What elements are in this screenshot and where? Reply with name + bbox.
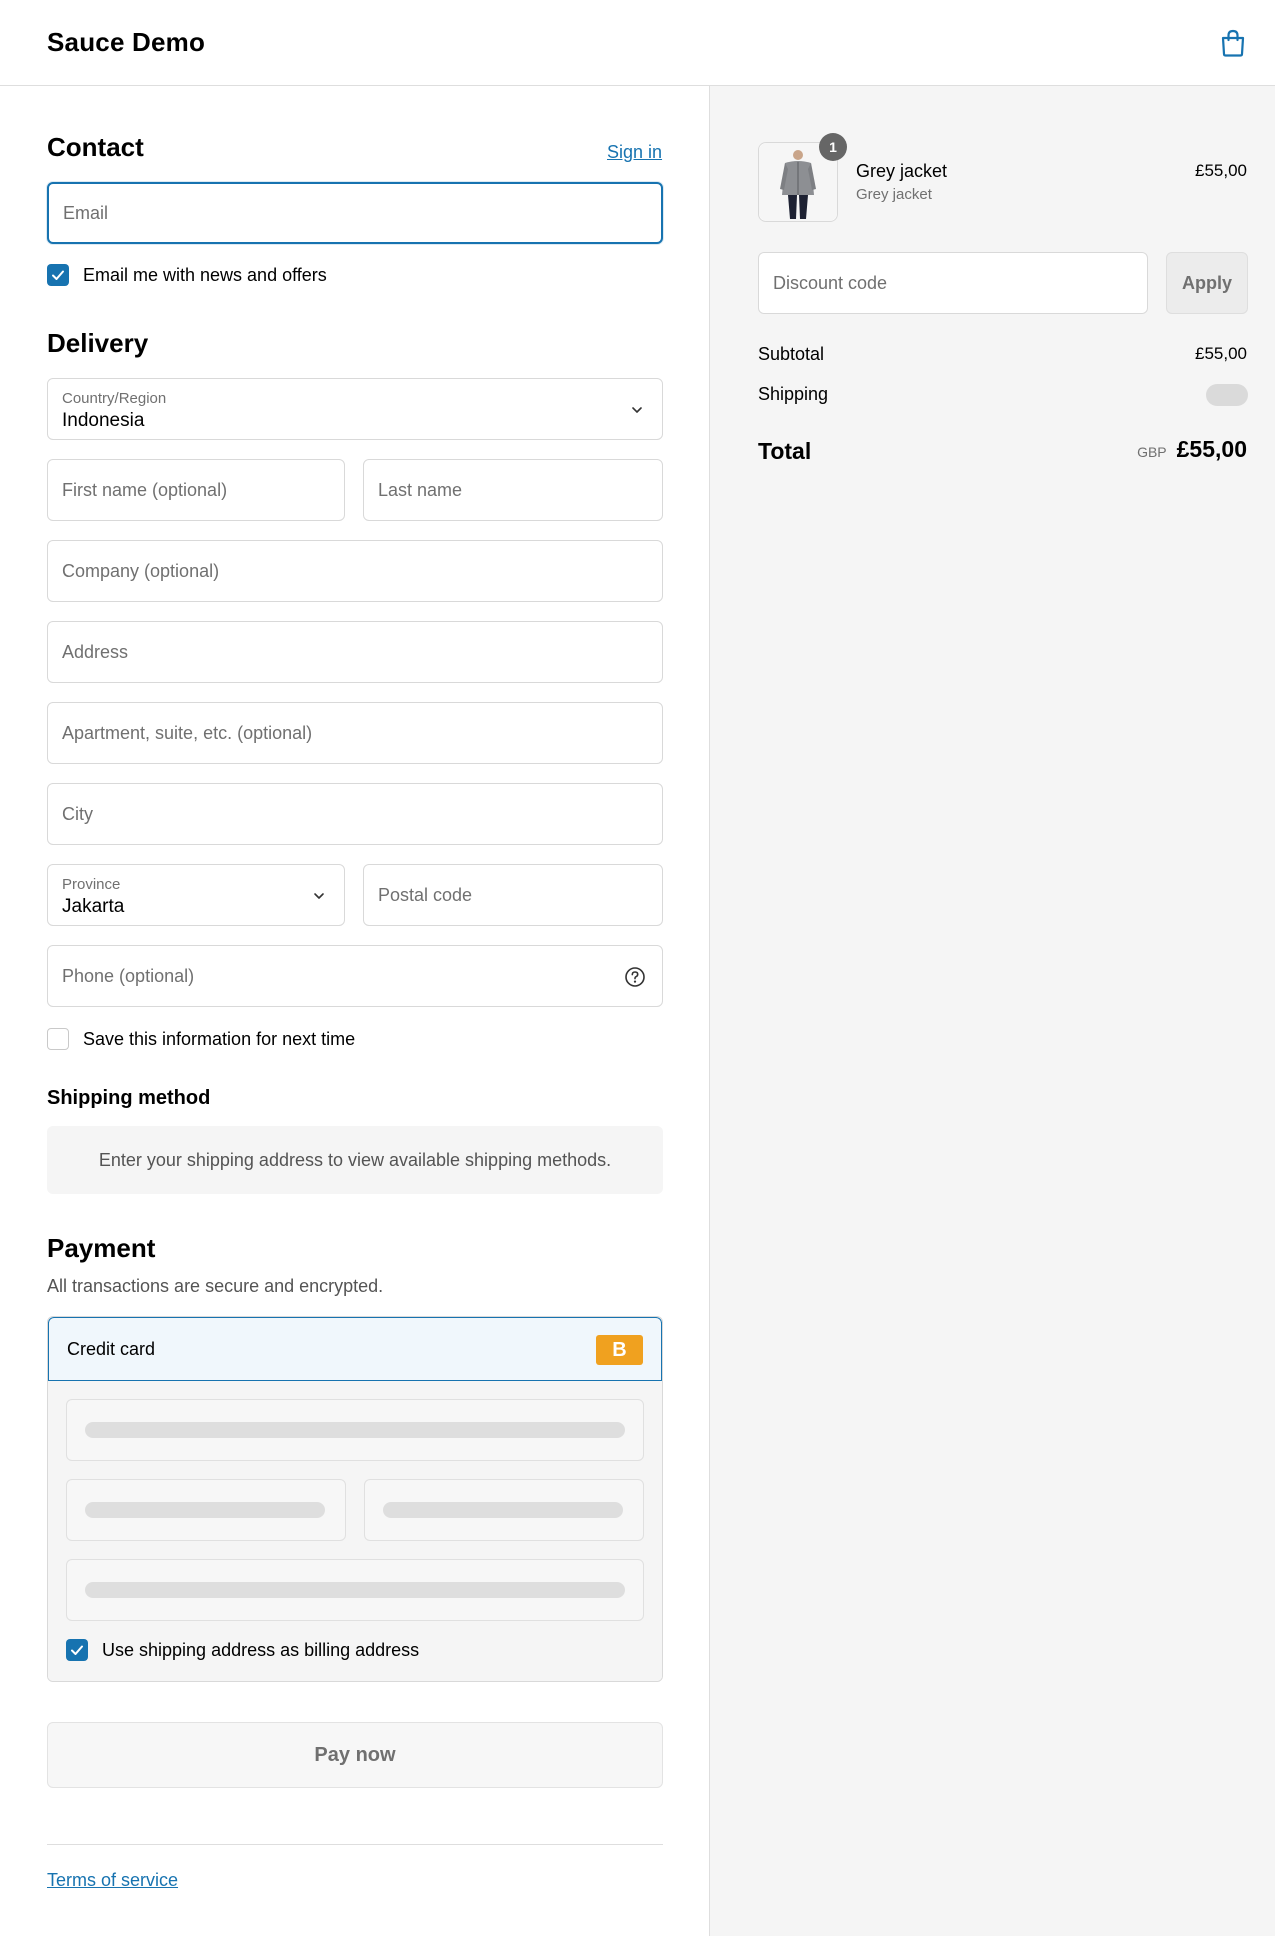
- first-name-field[interactable]: [47, 459, 345, 521]
- card-number-field[interactable]: [66, 1399, 644, 1461]
- subtotal-label: Subtotal: [758, 344, 825, 364]
- shipping-label: Shipping: [758, 384, 829, 404]
- postal-code-input[interactable]: [364, 865, 662, 925]
- credit-card-label: Credit card: [67, 1339, 156, 1359]
- country-value: Indonesia: [62, 410, 145, 431]
- contact-title: Contact: [47, 132, 144, 162]
- email-field[interactable]: [47, 182, 663, 244]
- billing-address-row[interactable]: Use shipping address as billing address: [66, 1639, 419, 1661]
- shipping-method-notice: Enter your shipping address to view avai…: [47, 1126, 663, 1194]
- header: Sauce Demo: [0, 0, 1275, 86]
- save-info-row[interactable]: Save this information for next time: [47, 1028, 355, 1050]
- phone-field[interactable]: [47, 945, 663, 1007]
- save-info-checkbox[interactable]: [47, 1028, 69, 1050]
- total-label: Total: [758, 438, 812, 464]
- help-circle-icon[interactable]: [624, 966, 646, 988]
- security-code-field[interactable]: [364, 1479, 644, 1541]
- payment-subtitle: All transactions are secure and encrypte…: [47, 1276, 384, 1296]
- city-field[interactable]: [47, 783, 663, 845]
- first-name-input[interactable]: [48, 460, 344, 520]
- chevron-down-icon: [632, 407, 642, 413]
- item-price: £55,00: [1195, 161, 1247, 180]
- discount-code-input[interactable]: [759, 253, 1147, 313]
- check-icon: [52, 270, 64, 280]
- apartment-input[interactable]: [48, 703, 662, 763]
- loading-placeholder: [85, 1422, 625, 1438]
- province-select[interactable]: Province Jakarta: [47, 864, 345, 926]
- quantity-badge: 1: [819, 133, 847, 161]
- apply-discount-button[interactable]: Apply: [1166, 252, 1248, 314]
- total-amount: GBP £55,00: [1137, 436, 1247, 463]
- sign-in-link[interactable]: Sign in: [607, 142, 662, 163]
- phone-input[interactable]: [48, 946, 662, 1006]
- order-summary: 1 Grey jacket Grey jacket £55,00 Apply S…: [709, 86, 1275, 1936]
- shopping-bag-icon: [1221, 29, 1245, 57]
- city-input[interactable]: [48, 784, 662, 844]
- apartment-field[interactable]: [47, 702, 663, 764]
- news-label: Email me with news and offers: [83, 264, 327, 285]
- news-checkbox-row[interactable]: Email me with news and offers: [47, 264, 327, 286]
- payment-box: Credit card B Use shipping address as bi…: [47, 1316, 663, 1682]
- last-name-field[interactable]: [363, 459, 663, 521]
- terms-of-service-link[interactable]: Terms of service: [47, 1870, 178, 1891]
- billing-address-label: Use shipping address as billing address: [102, 1639, 420, 1660]
- item-name: Grey jacket: [856, 161, 948, 181]
- currency-code: GBP: [1137, 444, 1167, 460]
- expiry-field[interactable]: [66, 1479, 346, 1541]
- name-on-card-field[interactable]: [66, 1559, 644, 1621]
- check-icon: [71, 1645, 83, 1655]
- postal-code-field[interactable]: [363, 864, 663, 926]
- address-field[interactable]: [47, 621, 663, 683]
- shipping-loading-placeholder: [1206, 384, 1248, 406]
- loading-placeholder: [383, 1502, 623, 1518]
- cart-button[interactable]: [1217, 27, 1249, 59]
- province-label: Province: [62, 876, 121, 893]
- brand-title[interactable]: Sauce Demo: [47, 27, 205, 58]
- payment-title: Payment: [47, 1233, 156, 1263]
- chevron-down-icon: [314, 893, 324, 899]
- card-fields: Use shipping address as billing address: [48, 1381, 662, 1681]
- item-variant: Grey jacket: [856, 186, 932, 203]
- loading-placeholder: [85, 1502, 325, 1518]
- loading-placeholder: [85, 1582, 625, 1598]
- total-value: £55,00: [1176, 436, 1247, 462]
- discount-code-field[interactable]: [758, 252, 1148, 314]
- credit-card-option[interactable]: Credit card B: [48, 1317, 662, 1381]
- product-thumbnail: 1: [758, 133, 847, 222]
- address-input[interactable]: [48, 622, 662, 682]
- subtotal-value: £55,00: [1195, 344, 1247, 363]
- company-input[interactable]: [48, 541, 662, 601]
- company-field[interactable]: [47, 540, 663, 602]
- card-brand-badge: B: [596, 1335, 643, 1365]
- country-select[interactable]: Country/Region Indonesia: [47, 378, 663, 440]
- shipping-method-title: Shipping method: [47, 1087, 211, 1109]
- province-value: Jakarta: [62, 896, 125, 917]
- pay-now-button[interactable]: Pay now: [47, 1722, 663, 1788]
- country-label: Country/Region: [62, 390, 167, 407]
- news-checkbox[interactable]: [47, 264, 69, 286]
- footer-divider: [47, 1844, 663, 1845]
- billing-address-checkbox[interactable]: [66, 1639, 88, 1661]
- delivery-title: Delivery: [47, 328, 149, 358]
- email-input[interactable]: [49, 184, 661, 242]
- save-info-label: Save this information for next time: [83, 1028, 356, 1049]
- last-name-input[interactable]: [364, 460, 662, 520]
